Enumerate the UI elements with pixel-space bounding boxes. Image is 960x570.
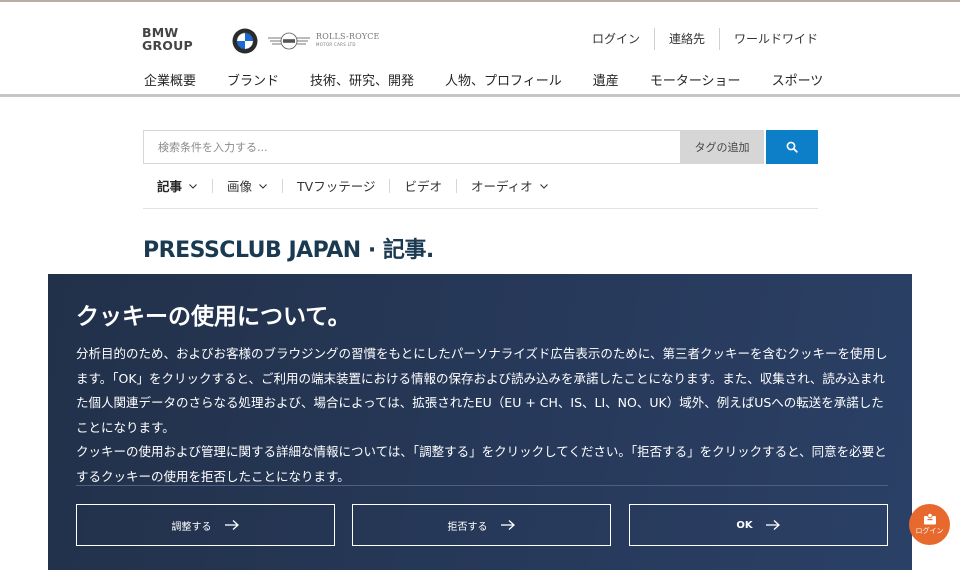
filter-audio[interactable]: オーディオ [457, 176, 563, 195]
cookie-divider [76, 485, 888, 486]
chevron-down-icon [539, 183, 548, 189]
adjust-cookies-button[interactable]: 調整する [76, 504, 335, 546]
filter-tv-footage[interactable]: TVフッテージ [283, 176, 389, 195]
cookie-consent-banner: クッキーの使用について。 分析目的のため、およびお客様のブラウジングの習慣をもと… [48, 274, 912, 570]
nav-motor-shows[interactable]: モーターショー [650, 70, 741, 89]
nav-technology[interactable]: 技術、研究、開発 [310, 70, 414, 89]
button-label: 調整する [171, 521, 212, 533]
bmw-roundel-icon[interactable] [232, 28, 258, 54]
filter-articles[interactable]: 記事 [143, 176, 212, 195]
filter-label: ビデオ [404, 179, 442, 194]
utility-links: ログイン 連絡先 ワールドワイド [578, 28, 818, 50]
reject-cookies-button[interactable]: 拒否する [352, 504, 611, 546]
header-divider [0, 94, 960, 97]
login-link[interactable]: ログイン [578, 28, 654, 50]
rolls-royce-sub: MOTOR CARS LTD [316, 42, 356, 47]
rolls-royce-name: ROLLS-ROYCE [316, 32, 380, 41]
rolls-royce-logo[interactable]: ROLLS-ROYCE MOTOR CARS LTD [316, 32, 380, 47]
arrow-right-icon [224, 520, 239, 530]
filter-label: オーディオ [470, 179, 533, 194]
filter-images[interactable]: 画像 [213, 176, 282, 195]
bmw-group-logo[interactable]: BMW GROUP [142, 26, 198, 52]
login-fab-label: ログイン [915, 527, 944, 535]
accept-cookies-button[interactable]: OK [629, 504, 888, 546]
filter-label: 記事 [157, 179, 183, 194]
filter-divider [143, 208, 818, 209]
worldwide-link[interactable]: ワールドワイド [720, 28, 818, 50]
nav-sports[interactable]: スポーツ [772, 70, 824, 89]
filter-label: TVフッテージ [297, 179, 376, 194]
login-floating-button[interactable]: ログイン [909, 504, 950, 545]
chevron-down-icon [189, 183, 197, 189]
arrow-right-icon [765, 520, 780, 530]
nav-people[interactable]: 人物、プロフィール [445, 70, 562, 89]
button-label: OK [736, 519, 753, 531]
search-icon [786, 141, 798, 153]
chevron-down-icon [259, 183, 267, 189]
filter-video[interactable]: ビデオ [390, 176, 456, 195]
nav-brands[interactable]: ブランド [227, 70, 279, 89]
cookie-title: クッキーの使用について。 [76, 304, 351, 330]
arrow-right-icon [500, 520, 515, 530]
contact-link[interactable]: 連絡先 [655, 28, 719, 50]
main-nav: 企業概要 ブランド 技術、研究、開発 人物、プロフィール 遺産 モーターショー … [144, 70, 854, 89]
nav-company[interactable]: 企業概要 [144, 70, 196, 89]
button-label: 拒否する [447, 521, 488, 533]
search-button[interactable] [766, 130, 818, 164]
cookie-paragraph: 分析目的のため、およびお客様のブラウジングの習慣をもとにしたパーソナライズド広告… [76, 346, 888, 435]
site-header: BMW GROUP ROLLS-ROYCE MOTOR CARS LTD ログイ… [0, 2, 960, 95]
content-filter-tabs: 記事 画像 TVフッテージ ビデオ オーディオ [143, 176, 563, 195]
mini-logo-icon[interactable] [267, 32, 311, 50]
cookie-paragraph: クッキーの使用および管理に関する詳細な情報については、「調整する」をクリックして… [76, 444, 887, 484]
user-icon [923, 513, 936, 525]
search-bar: タグの追加 [143, 130, 818, 164]
page-title: PRESSCLUB JAPAN · 記事. [143, 238, 434, 263]
filter-label: 画像 [227, 179, 253, 194]
add-tag-button[interactable]: タグの追加 [680, 130, 764, 164]
cookie-text: 分析目的のため、およびお客様のブラウジングの習慣をもとにしたパーソナライズド広告… [76, 342, 888, 490]
logo-line-2: GROUP [142, 38, 193, 53]
search-input[interactable] [143, 130, 680, 164]
nav-heritage[interactable]: 遺産 [593, 70, 619, 89]
